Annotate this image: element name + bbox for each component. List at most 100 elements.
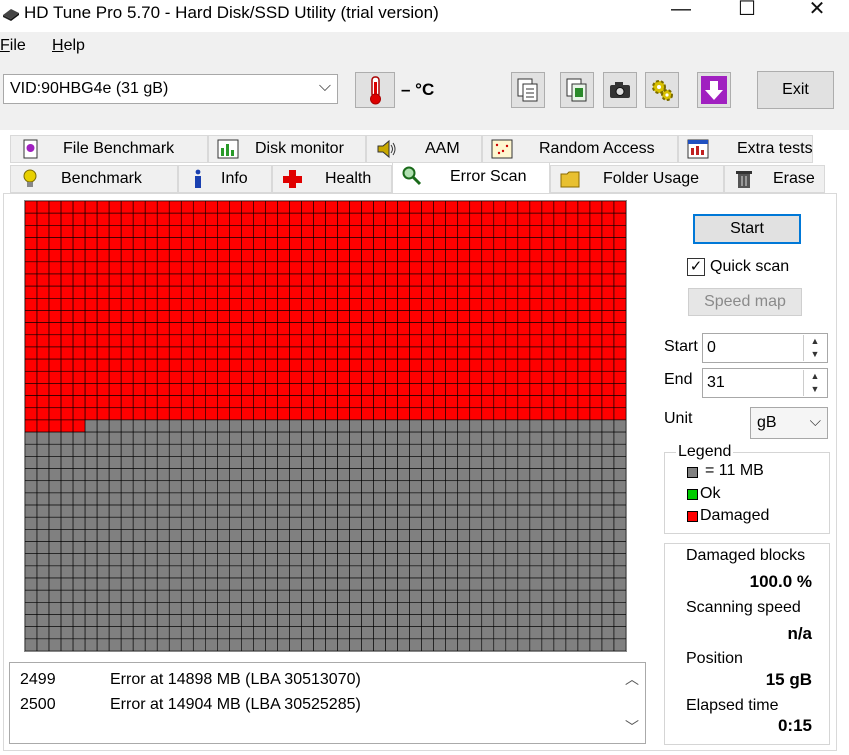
block-untested — [108, 565, 122, 579]
block-untested — [325, 565, 338, 579]
block-untested — [180, 516, 194, 530]
block-damaged — [48, 285, 62, 299]
block-damaged — [373, 285, 386, 299]
block-damaged — [301, 358, 314, 372]
block-damaged — [120, 249, 134, 263]
block-damaged — [96, 395, 110, 409]
block-damaged — [48, 273, 62, 287]
tab-aam[interactable]: AAM — [366, 135, 482, 163]
block-damaged — [60, 310, 74, 323]
block-damaged — [529, 334, 543, 348]
block-damaged — [385, 201, 398, 214]
unit-select[interactable]: gB ⌵ — [750, 407, 828, 439]
block-untested — [132, 492, 146, 506]
minimize-button[interactable]: — — [658, 0, 704, 22]
block-damaged — [168, 273, 182, 287]
block-damaged — [469, 370, 483, 384]
block-damaged — [493, 225, 507, 238]
settings-button[interactable] — [645, 72, 679, 108]
block-untested — [277, 443, 290, 457]
block-damaged — [613, 273, 626, 287]
block-damaged — [192, 273, 206, 287]
block-damaged — [361, 285, 374, 299]
block-damaged — [241, 249, 254, 263]
tab-disk-monitor[interactable]: Disk monitor — [208, 135, 366, 163]
tab-health[interactable]: Health — [272, 165, 392, 193]
tab-folder-usage[interactable]: Folder Usage — [550, 165, 724, 193]
block-untested — [397, 638, 410, 651]
screenshot-button[interactable] — [603, 72, 637, 108]
block-untested — [229, 480, 242, 494]
log-row-number: 2499 — [20, 671, 56, 688]
unit-select-value: gB — [757, 414, 777, 431]
copy-icon — [517, 78, 538, 102]
block-untested — [565, 419, 579, 433]
tab-extra-tests[interactable]: Extra tests — [678, 135, 813, 163]
block-untested — [168, 626, 182, 640]
block-untested — [565, 443, 579, 457]
block-damaged — [397, 383, 410, 396]
tab-erase[interactable]: Erase — [724, 165, 825, 193]
block-damaged — [229, 298, 242, 311]
block-untested — [325, 602, 338, 615]
block-damaged — [168, 285, 182, 299]
block-untested — [385, 516, 398, 530]
temperature-button[interactable] — [355, 72, 395, 108]
block-untested — [361, 480, 374, 494]
block-damaged — [601, 334, 615, 348]
close-button[interactable]: ✕ — [794, 0, 840, 22]
block-untested — [168, 614, 182, 627]
block-damaged — [481, 407, 495, 421]
block-untested — [25, 614, 38, 627]
block-damaged — [132, 273, 146, 287]
device-select[interactable]: VID:90HBG4e (31 gB) ⌵ — [3, 74, 338, 104]
block-damaged — [241, 237, 254, 250]
exit-button[interactable]: Exit — [757, 71, 834, 109]
health-cross-icon — [283, 170, 302, 188]
block-untested — [589, 638, 603, 651]
tab-info[interactable]: Info — [178, 165, 272, 193]
block-damaged — [72, 358, 86, 372]
tab-error-scan[interactable]: Error Scan — [392, 162, 550, 194]
save-button[interactable] — [697, 72, 731, 108]
block-damaged — [301, 298, 314, 311]
block-damaged — [421, 395, 434, 409]
tab-random-access[interactable]: Random Access — [482, 135, 678, 163]
block-damaged — [445, 237, 459, 250]
block-untested — [192, 492, 206, 506]
maximize-button[interactable]: ☐ — [724, 0, 770, 22]
block-untested — [156, 516, 170, 530]
block-damaged — [205, 273, 218, 287]
block-untested — [493, 553, 507, 567]
error-log-list[interactable]: 2499 Error at 14898 MB (LBA 30513070) 25… — [9, 662, 646, 744]
quick-scan-checkbox[interactable]: ✓ — [687, 258, 705, 276]
block-untested — [601, 468, 615, 482]
speed-map-button[interactable]: Speed map — [688, 288, 802, 316]
block-damaged — [373, 273, 386, 287]
tab-file-benchmark[interactable]: File Benchmark — [10, 135, 208, 163]
block-untested — [132, 626, 146, 640]
block-untested — [96, 589, 110, 603]
block-damaged — [108, 383, 122, 396]
start-position-spinner[interactable]: 0 ▲ ▼ — [702, 333, 828, 363]
copy-button[interactable] — [511, 72, 545, 108]
start-scan-button[interactable]: Start — [693, 214, 801, 244]
block-untested — [301, 626, 314, 640]
menu-help[interactable]: Help — [52, 36, 85, 56]
block-untested — [349, 602, 362, 615]
block-untested — [529, 492, 543, 506]
block-untested — [613, 419, 626, 433]
block-damaged — [613, 212, 626, 226]
scroll-up-icon[interactable]: ︿ — [625, 669, 639, 689]
block-damaged — [253, 383, 266, 396]
block-damaged — [60, 201, 74, 214]
block-untested — [577, 626, 591, 640]
end-position-spinner[interactable]: 31 ▲ ▼ — [702, 368, 828, 398]
scroll-down-icon[interactable]: ﹀ — [625, 717, 639, 737]
block-damaged — [253, 395, 266, 409]
spinner-arrows-icon[interactable]: ▲ ▼ — [803, 335, 826, 361]
spinner-arrows-icon[interactable]: ▲ ▼ — [803, 370, 826, 396]
menu-file[interactable]: File — [0, 36, 26, 56]
copy-info-button[interactable] — [560, 72, 594, 108]
tab-benchmark[interactable]: Benchmark — [10, 165, 178, 193]
